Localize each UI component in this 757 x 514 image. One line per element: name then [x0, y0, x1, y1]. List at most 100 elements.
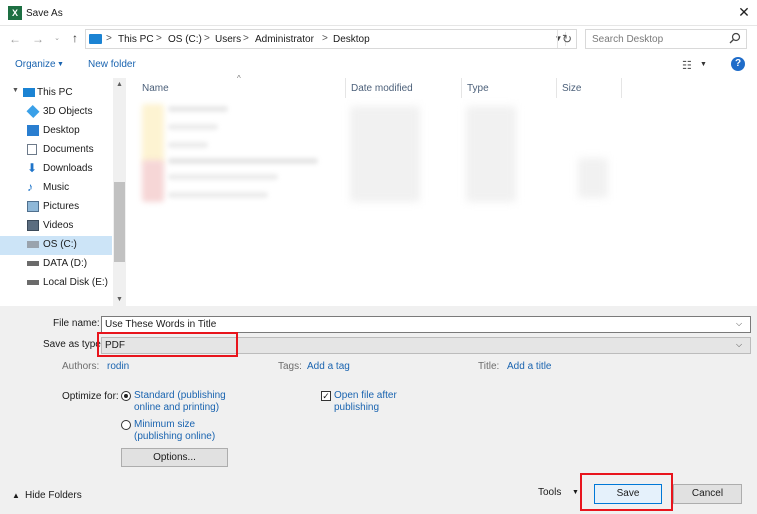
forward-arrow-icon[interactable]: →: [31, 32, 45, 46]
drive-icon: [27, 280, 39, 285]
recent-locations-chevron-icon[interactable]: ⌄: [50, 32, 64, 46]
nav-item-data-d[interactable]: DATA (D:): [0, 255, 112, 274]
cancel-button[interactable]: Cancel: [673, 484, 742, 504]
column-type[interactable]: Type: [467, 83, 489, 94]
file-name-label: File name:: [53, 318, 100, 329]
help-icon[interactable]: ?: [731, 57, 745, 71]
navigation-pane: ▼ This PC 3D Objects Desktop Documents ⬇…: [0, 78, 126, 306]
nav-item-this-pc[interactable]: This PC: [0, 84, 112, 103]
videos-icon: [27, 220, 39, 231]
nav-item-3d-objects[interactable]: 3D Objects: [0, 103, 112, 122]
address-bar[interactable]: > This PC > OS (C:) > Users > Administra…: [85, 29, 577, 49]
search-box[interactable]: Search Desktop: [585, 29, 747, 49]
column-divider[interactable]: [556, 78, 557, 98]
file-row[interactable]: [168, 124, 218, 130]
tags-value[interactable]: Add a tag: [307, 361, 350, 372]
3d-objects-icon: [26, 104, 40, 119]
options-button[interactable]: Options...: [121, 448, 228, 467]
chevron-down-icon[interactable]: ▼: [572, 489, 579, 496]
window-title: Save As: [26, 8, 63, 19]
breadcrumb-this-pc[interactable]: This PC: [118, 34, 154, 45]
file-row[interactable]: [168, 106, 228, 112]
radio-minimum-size[interactable]: [121, 420, 131, 430]
column-size[interactable]: Size: [562, 83, 581, 94]
authors-value[interactable]: rodin: [107, 361, 129, 372]
desktop-icon: [27, 125, 39, 136]
open-after-publishing-checkbox[interactable]: ✓: [321, 391, 331, 401]
organize-button[interactable]: Organize: [15, 59, 56, 70]
nav-item-label: Downloads: [43, 163, 93, 174]
nav-item-downloads[interactable]: ⬇ Downloads: [0, 160, 112, 179]
nav-item-label: OS (C:): [43, 239, 77, 250]
file-name-input[interactable]: Use These Words in Title: [105, 319, 216, 330]
tools-button[interactable]: Tools: [538, 487, 561, 498]
column-date-modified[interactable]: Date modified: [351, 83, 413, 94]
breadcrumb-desktop[interactable]: Desktop: [333, 34, 370, 45]
nav-item-os-c[interactable]: OS (C:): [0, 236, 112, 255]
new-folder-button[interactable]: New folder: [88, 59, 136, 70]
file-row[interactable]: [168, 174, 278, 180]
save-options-panel: File name: Use These Words in Title ⌵ Sa…: [0, 306, 757, 514]
title-value[interactable]: Add a title: [507, 361, 551, 372]
breadcrumb-users[interactable]: Users: [215, 34, 241, 45]
search-input[interactable]: Search Desktop: [592, 34, 663, 45]
column-divider[interactable]: [461, 78, 462, 98]
radio-standard[interactable]: [121, 391, 131, 401]
breadcrumb-separator: >: [204, 33, 210, 44]
scroll-down-icon[interactable]: ▼: [113, 293, 126, 306]
breadcrumb-administrator[interactable]: Administrator: [255, 34, 314, 45]
view-details-icon[interactable]: ☷: [682, 59, 692, 72]
save-as-type-label: Save as type:: [43, 339, 104, 350]
nav-item-label: Videos: [43, 220, 74, 231]
nav-item-pictures[interactable]: Pictures: [0, 198, 112, 217]
open-after-label[interactable]: Open file after: [334, 390, 397, 401]
nav-item-music[interactable]: ♪ Music: [0, 179, 112, 198]
radio-minimum-label[interactable]: Minimum size: [134, 419, 195, 430]
nav-item-local-disk-e[interactable]: Local Disk (E:): [0, 274, 112, 293]
highlight-box-save-type: [97, 332, 238, 357]
hide-folders-button[interactable]: Hide Folders: [25, 490, 82, 501]
up-arrow-icon[interactable]: ↑: [68, 31, 82, 45]
back-arrow-icon[interactable]: ←: [8, 32, 22, 46]
close-icon[interactable]: ✕: [735, 3, 753, 21]
column-name[interactable]: Name: [142, 83, 169, 94]
chevron-down-icon: ▼: [57, 61, 64, 68]
column-divider[interactable]: [621, 78, 622, 98]
nav-item-label: DATA (D:): [43, 258, 88, 269]
optimize-for-label: Optimize for:: [62, 391, 119, 402]
scroll-up-icon[interactable]: ▲: [113, 78, 126, 91]
chevron-down-icon[interactable]: ▼: [700, 61, 707, 68]
nav-scrollbar[interactable]: ▲ ▼: [113, 78, 126, 306]
radio-standard-label[interactable]: Standard (publishing: [134, 390, 226, 401]
chevron-down-icon[interactable]: ⌵: [736, 340, 742, 350]
file-name-field[interactable]: Use These Words in Title ⌵: [101, 316, 751, 333]
chevron-up-icon[interactable]: ▲: [12, 491, 20, 500]
radio-minimum-label-2[interactable]: (publishing online): [134, 431, 215, 442]
nav-item-desktop[interactable]: Desktop: [0, 122, 112, 141]
breadcrumb-separator: >: [156, 33, 162, 44]
chevron-down-icon[interactable]: ⌵: [736, 319, 742, 329]
file-row[interactable]: [168, 158, 318, 164]
nav-item-documents[interactable]: Documents: [0, 141, 112, 160]
drive-c-icon: [27, 241, 39, 248]
radio-standard-label-2[interactable]: online and printing): [134, 402, 219, 413]
scroll-thumb[interactable]: [114, 182, 125, 262]
search-icon: [729, 32, 743, 46]
open-after-label-2[interactable]: publishing: [334, 402, 379, 413]
size-column-blur: [578, 158, 608, 198]
breadcrumb-separator: >: [106, 33, 112, 44]
refresh-icon[interactable]: ↻: [557, 30, 576, 48]
nav-item-label: 3D Objects: [43, 106, 93, 117]
nav-item-videos[interactable]: Videos: [0, 217, 112, 236]
nav-item-label: Pictures: [43, 201, 80, 212]
file-row[interactable]: [168, 142, 208, 148]
excel-icon: X: [8, 6, 22, 20]
drive-icon: [27, 261, 39, 266]
title-label: Title:: [478, 361, 500, 372]
nav-item-label: Documents: [43, 144, 94, 155]
breadcrumb-os-c[interactable]: OS (C:): [168, 34, 202, 45]
file-row[interactable]: [168, 192, 268, 198]
this-pc-icon: [89, 34, 102, 44]
column-divider[interactable]: [345, 78, 346, 98]
nav-item-label: Local Disk (E:): [43, 277, 109, 288]
